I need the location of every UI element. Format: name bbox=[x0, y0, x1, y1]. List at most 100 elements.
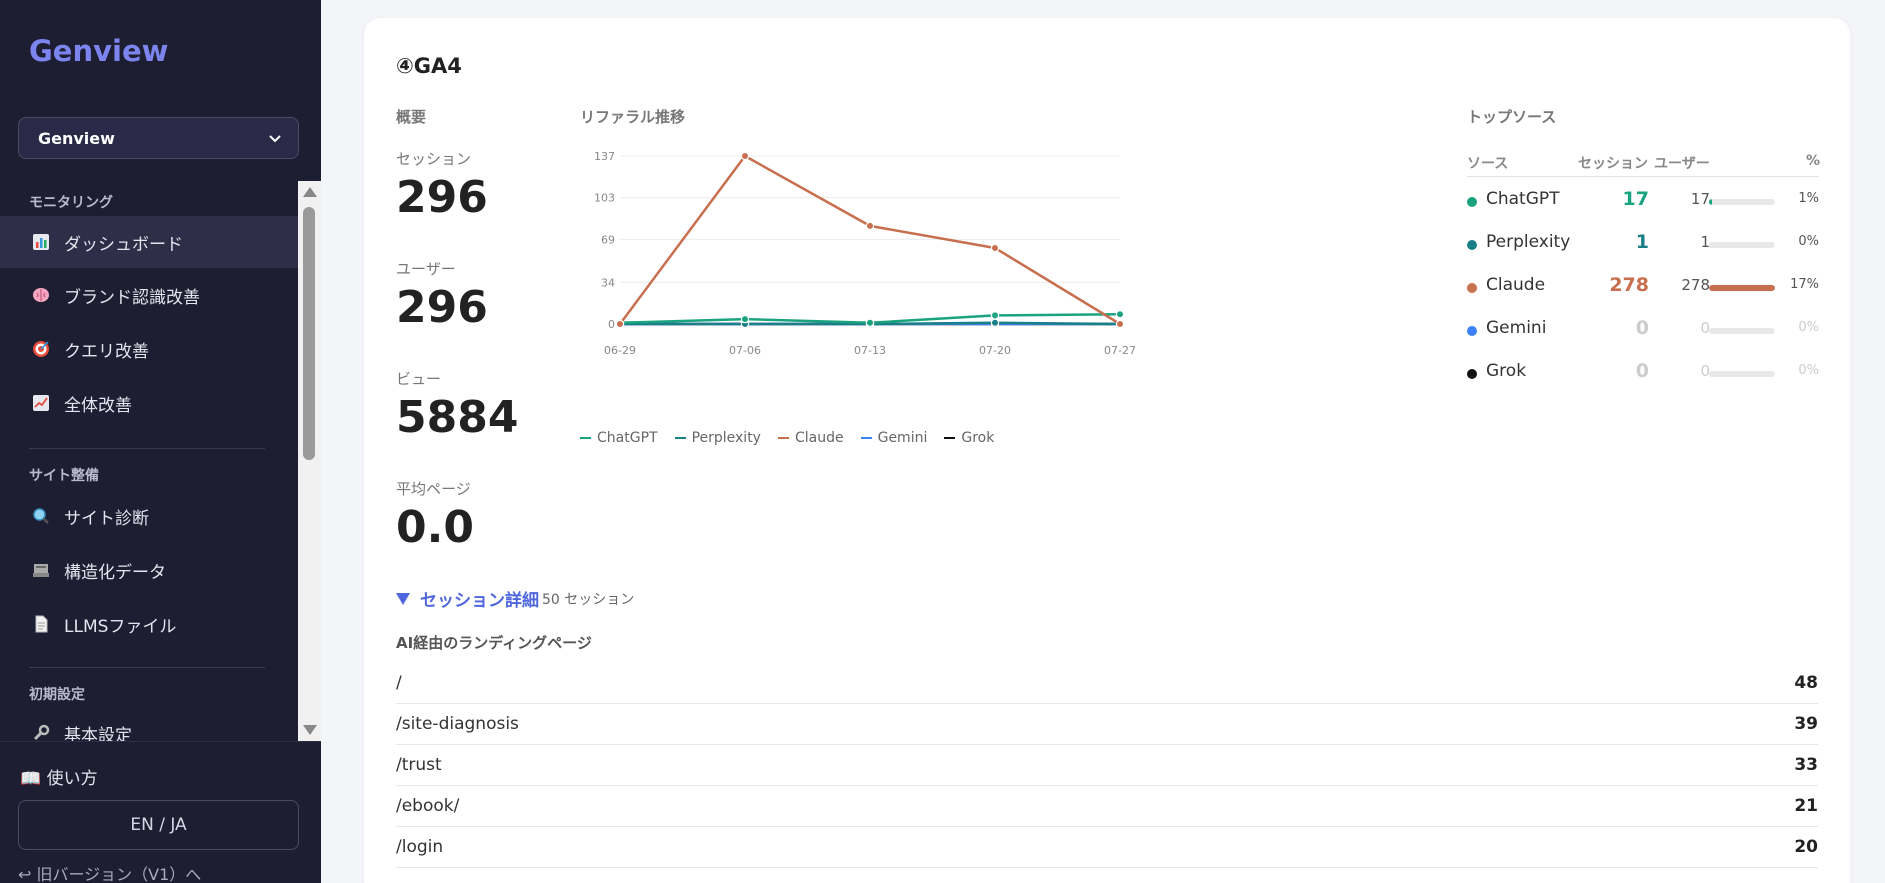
landing-count: 48 bbox=[1794, 673, 1818, 693]
y-tick-label: 34 bbox=[601, 276, 615, 289]
magnifier-icon bbox=[30, 505, 52, 527]
source-sessions: 1 bbox=[1635, 231, 1649, 253]
y-tick-label: 69 bbox=[601, 233, 615, 246]
source-color-dot bbox=[1467, 369, 1477, 379]
top-sources-label: トップソース bbox=[1467, 108, 1557, 126]
sidebar-item-query[interactable]: クエリ改善 bbox=[0, 323, 298, 375]
project-select[interactable]: Genview bbox=[18, 117, 299, 159]
sidebar-item-dashboard[interactable]: ダッシュボード bbox=[0, 216, 298, 268]
referral-chart: 0 34 69 103 137 06-29 07-06 07-13 07-20 07-27 bbox=[580, 148, 1280, 448]
chevron-down-icon bbox=[269, 135, 281, 143]
legend-item-chatgpt[interactable]: ChatGPT bbox=[580, 430, 658, 446]
top-sources-header-divider bbox=[1467, 176, 1819, 177]
source-name: Perplexity bbox=[1486, 232, 1571, 252]
scroll-up-arrow-icon[interactable] bbox=[303, 187, 317, 197]
landing-count: 33 bbox=[1794, 755, 1818, 775]
source-users: 0 bbox=[1700, 319, 1710, 337]
top-sources-header-pct: % bbox=[1806, 153, 1821, 169]
source-users: 0 bbox=[1700, 362, 1710, 380]
table-row: /site-diagnosis 39 bbox=[396, 704, 1818, 745]
sidebar-item-label: ブランド認識改善 bbox=[64, 287, 200, 308]
sidebar-item-overall[interactable]: 全体改善 bbox=[0, 377, 298, 429]
top-source-row-perplexity: Perplexity 1 1 0% bbox=[1467, 229, 1819, 259]
triangle-down-icon bbox=[396, 592, 410, 605]
legend-item-perplexity[interactable]: Perplexity bbox=[674, 430, 761, 446]
chart-legend: ChatGPT Perplexity Claude Gemini Grok bbox=[580, 430, 1011, 446]
data-point-claude bbox=[990, 243, 1000, 253]
metric-label-views: ビュー bbox=[396, 370, 442, 388]
referral-line-chart: 0 34 69 103 137 06-29 07-06 07-13 07-20 07-27 bbox=[594, 150, 1136, 357]
sidebar-item-llms-file[interactable]: LLMSファイル bbox=[0, 598, 298, 650]
data-point-claude bbox=[865, 221, 875, 231]
project-select-value: Genview bbox=[38, 128, 115, 148]
brand-logo[interactable]: Genview bbox=[29, 34, 168, 68]
sidebar-item-label: ダッシュボード bbox=[64, 234, 183, 255]
divider bbox=[29, 448, 265, 449]
sidebar-item-brand[interactable]: ブランド認識改善 bbox=[0, 269, 298, 321]
series-line-claude bbox=[618, 154, 1121, 326]
scroll-down-arrow-icon[interactable] bbox=[303, 725, 317, 735]
language-toggle-button[interactable]: EN / JA bbox=[18, 800, 299, 850]
sidebar-item-basic-settings[interactable]: 基本設定 bbox=[0, 707, 298, 741]
referral-trend-label: リファラル推移 bbox=[580, 108, 686, 126]
section-label-monitoring: モニタリング bbox=[29, 195, 113, 211]
source-pct: 0% bbox=[1798, 363, 1819, 378]
howto-link[interactable]: 📖 使い方 bbox=[20, 764, 98, 789]
source-share-bar bbox=[1709, 242, 1775, 248]
top-source-row-chatgpt: ChatGPT 17 17 1% bbox=[1467, 186, 1819, 216]
x-tick-label: 06-29 bbox=[604, 344, 636, 357]
legend-label: Perplexity bbox=[691, 430, 761, 446]
legend-swatch bbox=[944, 437, 956, 439]
landing-path: /trust bbox=[396, 755, 442, 775]
x-tick-label: 07-13 bbox=[854, 344, 886, 357]
source-sessions: 0 bbox=[1635, 317, 1649, 339]
data-point-perplexity bbox=[990, 318, 1000, 327]
table-row: /trust 33 bbox=[396, 745, 1818, 786]
legend-item-grok[interactable]: Grok bbox=[944, 430, 994, 446]
source-color-dot bbox=[1467, 326, 1477, 336]
top-source-row-claude: Claude 278 278 17% bbox=[1467, 272, 1819, 302]
source-color-dot bbox=[1467, 197, 1477, 207]
bar-chart-icon bbox=[30, 231, 52, 253]
source-sessions: 0 bbox=[1635, 360, 1649, 382]
source-users: 278 bbox=[1681, 276, 1710, 294]
legend-item-claude[interactable]: Claude bbox=[777, 430, 844, 446]
sidebar-scrollbar[interactable] bbox=[298, 181, 321, 741]
sidebar-item-structured-data[interactable]: 構造化データ bbox=[0, 544, 298, 596]
table-row: / 48 bbox=[396, 663, 1818, 704]
landing-count: 39 bbox=[1794, 714, 1818, 734]
scrollbar-thumb[interactable] bbox=[303, 207, 315, 460]
legend-swatch bbox=[580, 437, 591, 439]
brain-icon bbox=[30, 284, 52, 306]
structure-icon bbox=[30, 559, 52, 581]
x-tick-label: 07-20 bbox=[979, 344, 1011, 357]
source-pct: 0% bbox=[1798, 320, 1819, 335]
wrench-icon bbox=[30, 722, 52, 741]
sidebar-footer: 📖 使い方 EN / JA ↩ 旧バージョン（V1）へ bbox=[0, 741, 321, 883]
legend-item-gemini[interactable]: Gemini bbox=[860, 430, 927, 446]
legend-swatch bbox=[674, 437, 686, 439]
top-source-row-grok: Grok 0 0 0% bbox=[1467, 358, 1819, 388]
legend-label: Claude bbox=[794, 430, 844, 446]
source-share-bar bbox=[1709, 199, 1775, 205]
top-sources-header-sessions: セッション bbox=[1578, 156, 1648, 172]
landing-count: 20 bbox=[1794, 837, 1818, 857]
sidebar-item-label: 基本設定 bbox=[64, 725, 132, 742]
old-version-link[interactable]: ↩ 旧バージョン（V1）へ bbox=[18, 861, 201, 883]
document-icon bbox=[30, 613, 52, 635]
session-detail-toggle[interactable]: セッション詳細 bbox=[396, 586, 539, 611]
data-point-claude bbox=[615, 319, 625, 329]
section-label-site: サイト整備 bbox=[29, 468, 99, 484]
source-users: 17 bbox=[1690, 190, 1710, 208]
landing-path: /ebook/ bbox=[396, 796, 460, 816]
y-tick-label: 0 bbox=[608, 318, 615, 331]
overview-label: 概要 bbox=[396, 108, 427, 126]
data-point-chatgpt bbox=[740, 314, 750, 324]
sidebar-item-label: 全体改善 bbox=[64, 395, 132, 416]
session-detail-label: セッション詳細 bbox=[420, 591, 539, 611]
top-sources-header-users: ユーザー bbox=[1654, 156, 1710, 172]
sidebar-nav: モニタリング ダッシュボード ブランド認識改善 クエリ改善 全体改善 サイト整備… bbox=[0, 181, 321, 741]
legend-label: Grok bbox=[961, 430, 995, 446]
top-sources-header-source: ソース bbox=[1467, 156, 1509, 172]
sidebar-item-site-diagnosis[interactable]: サイト診断 bbox=[0, 490, 298, 542]
